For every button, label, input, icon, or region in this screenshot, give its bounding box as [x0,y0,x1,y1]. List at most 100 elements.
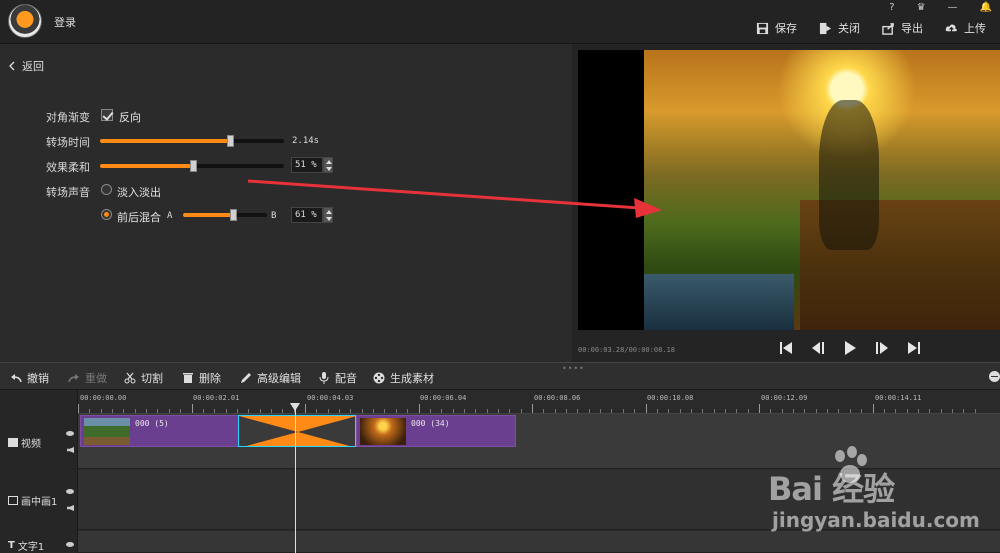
generate-clip-label: 生成素材 [390,372,434,385]
pip-track-header[interactable]: 画中画1 [0,486,78,514]
undo-icon [11,374,22,383]
bell-icon[interactable]: 🔔 [980,2,992,13]
advanced-edit-label: 高级编辑 [257,372,301,385]
video-clip[interactable]: 000 (5) [80,415,240,447]
duration-slider[interactable] [100,135,284,147]
preview-lake [644,274,794,330]
duration-slider-handle[interactable] [226,135,234,147]
crown-icon[interactable]: ♛ [917,2,926,13]
dub-button[interactable]: 配音 [318,370,357,386]
pip-track[interactable] [78,470,1000,530]
speaker-icon[interactable] [67,505,74,511]
upload-icon [945,24,957,34]
step-back-button[interactable] [810,340,826,356]
zoom-out-icon[interactable] [989,371,1000,382]
mix-b-label: B [271,211,277,221]
video-track-icon [8,437,18,447]
ruler-minor-tick [974,409,976,413]
ruler-minor-tick [486,409,488,413]
text-track[interactable] [78,531,1000,553]
ruler-minor-tick [668,409,670,413]
ruler-minor-tick [452,409,454,413]
step-back-icon [812,342,824,354]
ruler-minor-tick [690,409,692,413]
export-icon [882,22,894,35]
minimize-icon[interactable]: — [948,2,958,13]
ruler-minor-tick [429,409,431,413]
skip-start-button[interactable] [778,340,794,356]
edit-toolbar: •••• 撤销 重做 切割 删除 高级编辑 配音 生成素材 [0,362,1000,390]
ruler-tick-label: 00:00:06.04 [420,394,467,402]
ruler-minor-tick [793,409,795,413]
redo-button[interactable]: 重做 [68,370,107,386]
advanced-edit-button[interactable]: 高级编辑 [240,370,301,386]
mix-input[interactable]: 61 % [291,207,323,223]
video-track[interactable]: 000 (5) 000 (34) [78,414,1000,469]
ruler-major-tick [872,404,874,413]
delete-label: 删除 [199,372,221,385]
transition-block[interactable] [238,415,356,447]
softness-slider-handle[interactable] [189,160,197,172]
duration-label: 转场时间 [46,136,90,149]
diagonal-label: 对角渐变 [46,111,90,124]
video-track-header[interactable]: 视频 [0,428,78,456]
eye-icon[interactable] [66,489,74,494]
export-button[interactable]: 导出 [882,20,923,36]
eye-icon[interactable] [66,431,74,436]
delete-button[interactable]: 删除 [182,370,221,386]
microphone-icon [319,372,329,384]
play-button[interactable] [842,340,858,356]
ruler-minor-tick [849,409,851,413]
skip-end-button[interactable] [906,340,922,356]
timeline-ruler[interactable]: 00:00:00.00 00:00:02.01 00:00:04.03 00:0… [78,390,1000,414]
upload-button[interactable]: 上传 [945,20,986,36]
close-label: 关闭 [838,22,860,35]
ruler-minor-tick [940,409,942,413]
video-clip[interactable]: 000 (34) [356,415,516,447]
mix-slider-fill [183,213,235,217]
ruler-minor-tick [611,409,613,413]
generate-clip-button[interactable]: 生成素材 [373,370,434,386]
duration-slider-fill [100,139,231,143]
ruler-minor-tick [963,409,965,413]
ruler-minor-tick [157,409,159,413]
mix-a-label: A [167,211,173,221]
step-forward-button[interactable] [874,340,890,356]
app-logo[interactable] [8,4,42,38]
mix-slider-handle[interactable] [230,209,238,221]
ruler-minor-tick [236,409,238,413]
ruler-minor-tick [497,409,499,413]
resize-grip[interactable]: •••• [562,364,585,373]
help-icon[interactable]: ? [889,2,894,13]
softness-input[interactable]: 51 % [291,157,323,173]
window-controls: ? ♛ — 🔔 [889,2,992,13]
login-link[interactable]: 登录 [54,14,76,30]
ruler-minor-tick [895,409,897,413]
eye-icon[interactable] [66,542,74,547]
speaker-icon[interactable] [67,447,74,453]
mix-radio[interactable] [101,209,112,220]
back-button[interactable]: 返回 [8,58,44,74]
ruler-minor-tick [100,409,102,413]
mix-slider[interactable] [183,209,267,221]
reverse-checkbox[interactable] [101,109,113,121]
ruler-minor-tick [736,409,738,413]
track-headers [0,390,78,553]
ruler-minor-tick [520,409,522,413]
mix-stepper[interactable] [323,207,333,223]
cut-button[interactable]: 切割 [124,370,163,386]
softness-slider[interactable] [100,160,284,172]
duration-value: 2.14s [292,136,320,146]
undo-label: 撤销 [27,372,49,385]
preview-panel: 00:00:03.28/00:00:08.18 [572,44,1000,362]
close-button[interactable]: 关闭 [819,20,860,36]
scissors-icon [124,372,136,384]
softness-stepper[interactable] [323,157,333,173]
save-button[interactable]: 保存 [756,20,797,36]
undo-button[interactable]: 撤销 [10,370,49,386]
ruler-tick-label: 00:00:08.06 [534,394,581,402]
preview-timecode: 00:00:03.28/00:00:08.18 [578,346,675,354]
playhead[interactable] [290,403,300,553]
text-track-header[interactable]: T 文字1 [0,537,78,553]
fade-radio[interactable] [101,184,112,195]
